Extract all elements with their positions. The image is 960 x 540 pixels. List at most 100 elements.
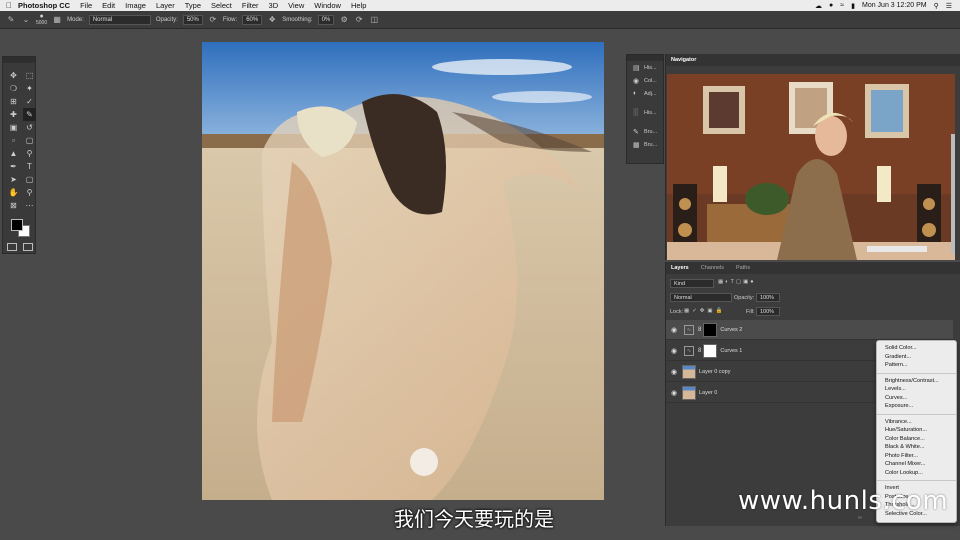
- menu-item-gradient[interactable]: Gradient...: [877, 353, 956, 362]
- tab-channels[interactable]: Channels: [701, 265, 724, 271]
- quick-mask-icon[interactable]: [7, 243, 17, 251]
- dock-color[interactable]: ◉ Col...: [627, 74, 663, 87]
- dock-brush-settings[interactable]: ▦ Bru...: [627, 138, 663, 151]
- menu-layer[interactable]: Layer: [156, 1, 175, 10]
- menu-item-color-lookup[interactable]: Color Lookup...: [877, 469, 956, 478]
- layer-opacity-field[interactable]: 100%: [756, 293, 780, 302]
- menu-item-color-balance[interactable]: Color Balance...: [877, 435, 956, 444]
- stamp-tool-icon[interactable]: ▣: [7, 121, 20, 134]
- visibility-eye-icon[interactable]: ◉: [666, 368, 682, 376]
- menu-window[interactable]: Window: [314, 1, 341, 10]
- gear-icon[interactable]: ⚙: [339, 15, 349, 25]
- layer-name[interactable]: Layer 0: [699, 390, 717, 396]
- filter-kind-select[interactable]: Kind: [670, 279, 714, 288]
- zoom-tool-icon[interactable]: ⚲: [23, 186, 36, 199]
- creative-cloud-icon[interactable]: ☁: [815, 2, 822, 10]
- menu-item-curves[interactable]: Curves...: [877, 394, 956, 403]
- layer-name[interactable]: Layer 0 copy: [699, 369, 731, 375]
- menu-filter[interactable]: Filter: [242, 1, 259, 10]
- symmetry-icon[interactable]: ◫: [369, 15, 379, 25]
- layer-mask-thumbnail-white[interactable]: [703, 343, 718, 358]
- lock-icons[interactable]: ▦✓✥▣🔒: [684, 308, 725, 314]
- history-brush-icon[interactable]: ↺: [23, 121, 36, 134]
- layer-row-curves-2[interactable]: ◉ ∿ 8 Curves 2: [666, 320, 953, 340]
- layer-fill-field[interactable]: 100%: [756, 307, 780, 316]
- brush-tool-icon[interactable]: ✎: [6, 15, 16, 25]
- tab-paths[interactable]: Paths: [736, 265, 750, 271]
- menu-item-levels[interactable]: Levels...: [877, 385, 956, 394]
- apple-icon[interactable]: : [0, 1, 18, 10]
- menu-item-vibrance[interactable]: Vibrance...: [877, 418, 956, 427]
- pressure-size-icon[interactable]: ⟳: [354, 15, 364, 25]
- menu-edit[interactable]: Edit: [102, 1, 115, 10]
- layer-mask-thumbnail-black[interactable]: [703, 322, 718, 337]
- shape-tool-icon[interactable]: ▢: [23, 173, 36, 186]
- layer-thumbnail[interactable]: [682, 364, 696, 379]
- menu-item-solid-color[interactable]: Solid Color...: [877, 344, 956, 353]
- blend-mode-select[interactable]: Normal: [670, 293, 732, 302]
- screen-mode-icon[interactable]: [23, 243, 33, 251]
- search-icon[interactable]: ⚲: [934, 2, 939, 10]
- chevron-down-icon[interactable]: ⌄: [21, 15, 31, 25]
- menu-item-brightness-contrast[interactable]: Brightness/Contrast...: [877, 377, 956, 386]
- menu-3d[interactable]: 3D: [269, 1, 279, 10]
- menu-item-photo-filter[interactable]: Photo Filter...: [877, 452, 956, 461]
- visibility-eye-icon[interactable]: ◉: [666, 389, 682, 397]
- app-menu[interactable]: Photoshop CC: [18, 1, 70, 10]
- blur-tool-icon[interactable]: ▲: [7, 147, 20, 160]
- navigator-preview[interactable]: [667, 74, 955, 260]
- path-select-icon[interactable]: ➤: [7, 173, 20, 186]
- move-tool-icon[interactable]: ✥: [7, 69, 20, 82]
- eraser-icon[interactable]: ▫: [7, 134, 20, 147]
- menu-view[interactable]: View: [288, 1, 304, 10]
- tab-navigator[interactable]: Navigator: [671, 57, 696, 63]
- layer-name[interactable]: Curves 2: [720, 327, 742, 333]
- tab-layers[interactable]: Layers: [671, 265, 689, 271]
- pressure-opacity-icon[interactable]: ⟳: [208, 15, 218, 25]
- eyedropper-icon[interactable]: ✓: [23, 95, 36, 108]
- menu-item-hue-saturation[interactable]: Hue/Saturation...: [877, 426, 956, 435]
- menu-image[interactable]: Image: [125, 1, 146, 10]
- layer-thumbnail[interactable]: [682, 385, 696, 400]
- gradient-tool-icon[interactable]: ▢: [23, 134, 36, 147]
- menu-item-black-white[interactable]: Black & White...: [877, 443, 956, 452]
- document-canvas[interactable]: [202, 42, 604, 500]
- lasso-tool-icon[interactable]: ❍: [7, 82, 20, 95]
- opacity-field[interactable]: 50%: [182, 14, 203, 25]
- crop-tool-icon[interactable]: ⊞: [7, 95, 20, 108]
- wifi-icon[interactable]: ≈: [840, 2, 844, 9]
- filter-icons[interactable]: ▦◐T▢▣●: [718, 279, 756, 285]
- layer-name[interactable]: Curves 1: [720, 348, 742, 354]
- healing-brush-icon[interactable]: ✚: [7, 108, 20, 121]
- foreground-color-swatch[interactable]: [11, 219, 23, 231]
- menu-select[interactable]: Select: [211, 1, 232, 10]
- visibility-eye-icon[interactable]: ◉: [666, 326, 682, 334]
- dock-history[interactable]: ▤ His...: [627, 61, 663, 74]
- visibility-eye-icon[interactable]: ◉: [666, 347, 682, 355]
- airbrush-icon[interactable]: ❖: [267, 15, 277, 25]
- pen-tool-icon[interactable]: ✒: [7, 160, 20, 173]
- frame-tool-icon[interactable]: ⊠: [7, 199, 20, 212]
- brush-tool-icon[interactable]: ✎: [23, 108, 36, 121]
- marquee-tool-icon[interactable]: ⬚: [23, 69, 36, 82]
- list-icon[interactable]: ☰: [946, 2, 952, 10]
- dock-histogram[interactable]: ░ His...: [627, 106, 663, 119]
- flow-field[interactable]: 60%: [242, 14, 263, 25]
- menu-file[interactable]: File: [80, 1, 92, 10]
- clock[interactable]: Mon Jun 3 12:20 PM: [862, 2, 927, 9]
- mode-select[interactable]: Normal: [88, 14, 151, 25]
- dock-brush[interactable]: ✎ Bru...: [627, 125, 663, 138]
- smoothing-field[interactable]: 0%: [317, 14, 335, 25]
- type-tool-icon[interactable]: T: [23, 160, 36, 173]
- magic-wand-icon[interactable]: ✦: [23, 82, 36, 95]
- menu-item-pattern[interactable]: Pattern...: [877, 361, 956, 370]
- menu-type[interactable]: Type: [185, 1, 201, 10]
- menu-item-channel-mixer[interactable]: Channel Mixer...: [877, 460, 956, 469]
- record-icon[interactable]: ●: [829, 2, 833, 9]
- more-tools-icon[interactable]: ⋯: [23, 199, 36, 212]
- dock-adjustments[interactable]: ◐ Adj...: [627, 87, 663, 100]
- hand-tool-icon[interactable]: ✋: [7, 186, 20, 199]
- menu-help[interactable]: Help: [351, 1, 366, 10]
- brush-settings-icon[interactable]: ▦: [52, 15, 62, 25]
- dodge-tool-icon[interactable]: ⚲: [23, 147, 36, 160]
